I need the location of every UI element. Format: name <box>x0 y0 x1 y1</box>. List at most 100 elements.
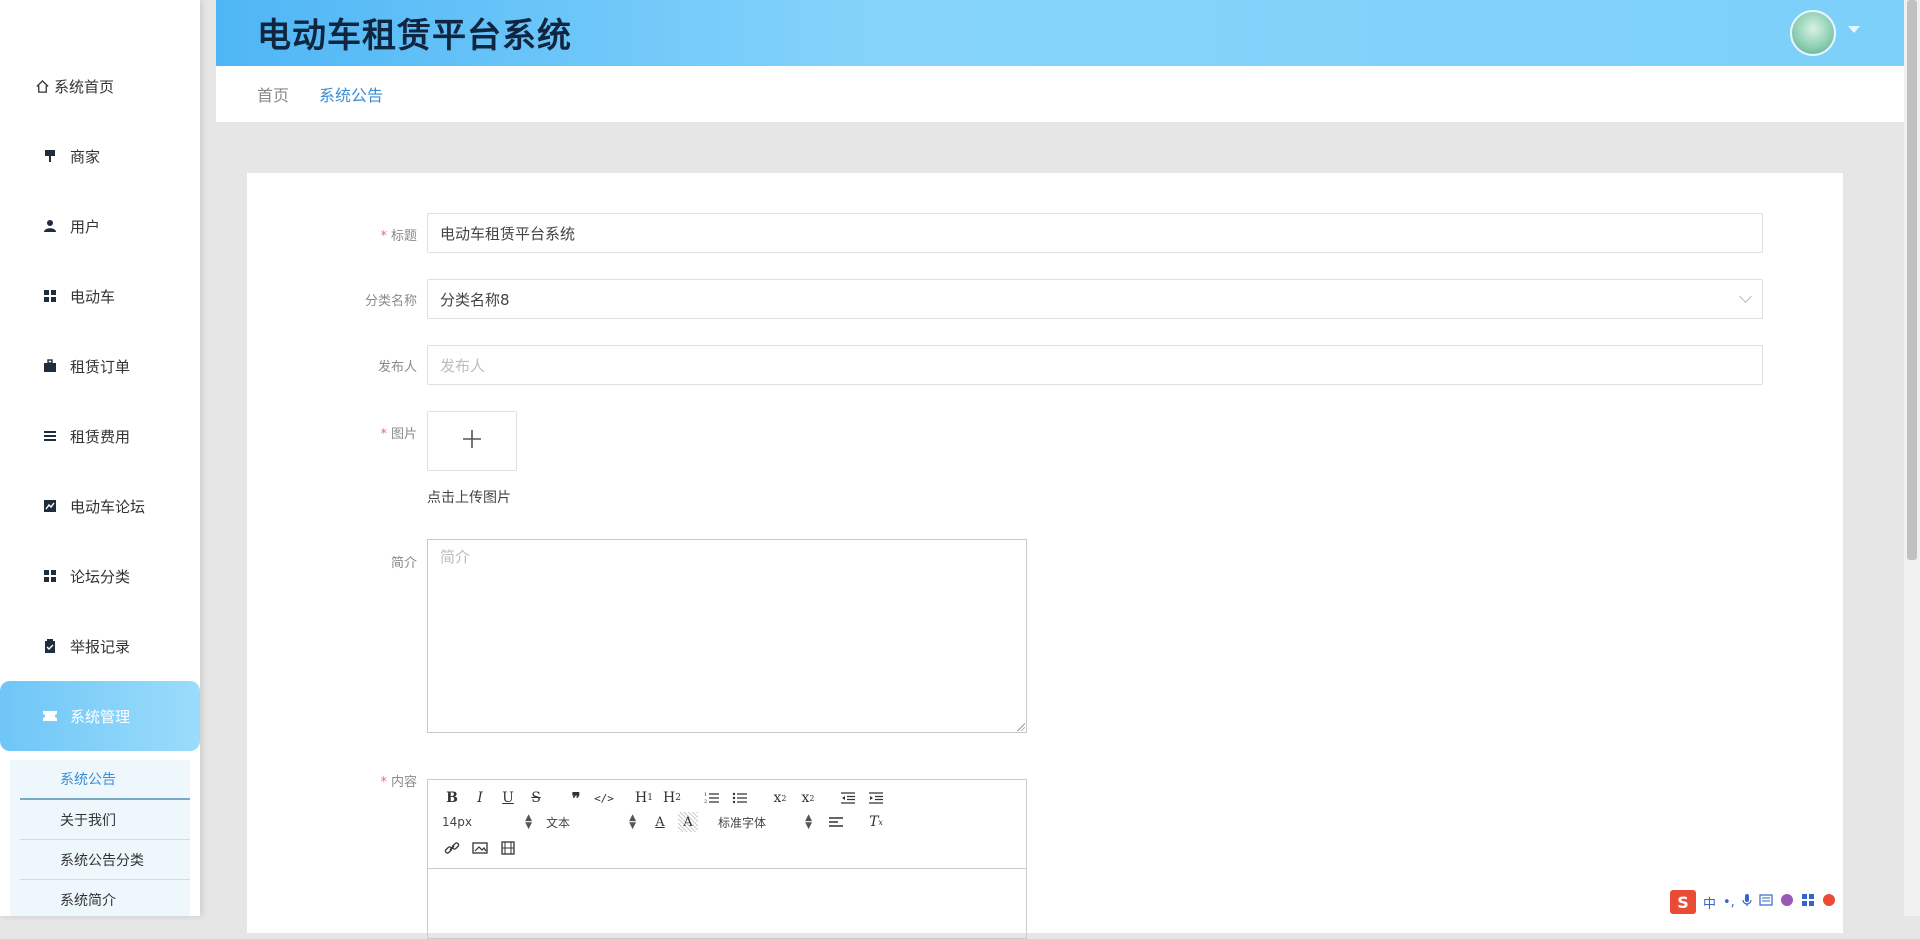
svg-text:2: 2 <box>704 799 707 805</box>
more-icon[interactable] <box>1822 893 1836 911</box>
bullet-list-icon[interactable] <box>730 788 750 808</box>
page-scrollbar[interactable] <box>1904 0 1920 916</box>
italic-icon[interactable]: I <box>470 788 490 808</box>
submenu-item-system-intro[interactable]: 系统简介 <box>20 880 190 920</box>
scrollbar-thumb[interactable] <box>1907 0 1917 560</box>
clear-format-icon[interactable]: Tx <box>866 812 886 832</box>
punctuation-icon[interactable]: •, <box>1723 895 1735 910</box>
title-input[interactable]: 电动车租赁平台系统 <box>427 213 1763 253</box>
ordered-list-icon[interactable]: 12 <box>702 788 722 808</box>
required-mark: * <box>380 775 387 790</box>
image-icon[interactable] <box>470 838 490 858</box>
ticket-icon <box>42 708 58 724</box>
list-icon <box>42 428 58 444</box>
video-icon[interactable] <box>498 838 518 858</box>
submenu-item-announcements[interactable]: 系统公告 <box>20 760 190 800</box>
top-header: 电动车租赁平台系统 <box>216 0 1904 66</box>
svg-text:1: 1 <box>704 792 707 798</box>
sidebar-item-user[interactable]: 用户 <box>0 191 200 261</box>
background-color-icon[interactable]: A <box>678 812 698 832</box>
sidebar-item-label: 用户 <box>70 217 101 236</box>
rich-text-editor[interactable]: B I U S ❞ </> H1 H2 12 x2 x2 14px ▲ ▼ 文本… <box>427 779 1027 939</box>
category-select[interactable]: 分类名称8 <box>427 279 1763 319</box>
avatar[interactable] <box>1790 10 1836 56</box>
underline-icon[interactable]: U <box>498 788 518 808</box>
editor-toolbar: B I U S ❞ </> H1 H2 12 x2 x2 14px ▲ ▼ 文本… <box>428 780 1026 869</box>
microphone-icon[interactable] <box>1742 893 1752 911</box>
heading-2-icon[interactable]: H2 <box>662 788 682 808</box>
briefcase-icon <box>42 358 58 374</box>
chart-icon <box>42 498 58 514</box>
clipboard-icon <box>42 638 58 654</box>
sidebar-item-label: 商家 <box>70 147 101 166</box>
keyboard-icon[interactable] <box>1759 894 1773 910</box>
category-select-value: 分类名称8 <box>440 290 510 309</box>
sidebar-item-label: 电动车 <box>70 287 116 306</box>
link-icon[interactable] <box>442 838 462 858</box>
user-icon <box>42 218 58 234</box>
sidebar-item-rental-orders[interactable]: 租赁订单 <box>0 331 200 401</box>
sidebar-item-merchant[interactable]: 商家 <box>0 121 200 191</box>
header-select[interactable]: 文本 ▲ ▼ <box>546 814 636 831</box>
system-submenu: 系统公告 关于我们 系统公告分类 系统简介 <box>10 760 190 916</box>
store-icon <box>42 148 58 164</box>
breadcrumb-home[interactable]: 首页 <box>257 82 289 106</box>
intro-placeholder: 简介 <box>440 548 471 566</box>
sidebar-item-label: 电动车论坛 <box>70 497 146 516</box>
toolbox-icon[interactable] <box>1801 893 1815 911</box>
submenu-item-announcement-category[interactable]: 系统公告分类 <box>20 840 190 880</box>
required-mark: * <box>380 427 387 442</box>
resize-handle-icon[interactable] <box>1017 723 1025 731</box>
sidebar-item-label: 系统首页 <box>54 77 115 96</box>
image-label: * 图片 <box>380 427 417 442</box>
sidebar-item-label: 租赁订单 <box>70 357 131 376</box>
grid-icon <box>42 288 58 304</box>
font-family-select[interactable]: 标准字体 ▲ ▼ <box>718 814 812 831</box>
bold-icon[interactable]: B <box>442 788 462 808</box>
superscript-icon[interactable]: x2 <box>798 788 818 808</box>
skin-icon[interactable] <box>1780 893 1794 911</box>
required-mark: * <box>380 229 387 244</box>
sidebar-item-ebike[interactable]: 电动车 <box>0 261 200 331</box>
category-label: 分类名称 <box>364 294 417 309</box>
blockquote-icon[interactable]: ❞ <box>566 788 586 808</box>
content-label: * 内容 <box>380 775 417 790</box>
grid-icon <box>42 568 58 584</box>
home-icon <box>34 78 50 94</box>
sidebar-item-label: 租赁费用 <box>70 427 131 446</box>
title-label: * 标题 <box>380 229 417 244</box>
sidebar: 系统首页 商家 用户 电动车 租赁订单 租赁费用 电动车论坛 论坛分类 举报记录… <box>0 0 200 916</box>
sidebar-item-label: 系统管理 <box>70 707 131 726</box>
ime-language-toggle[interactable]: 中 <box>1703 893 1716 912</box>
upload-hint: 点击上传图片 <box>427 490 511 506</box>
plus-icon <box>461 428 483 454</box>
font-color-icon[interactable]: A <box>650 812 670 832</box>
sidebar-item-reports[interactable]: 举报记录 <box>0 611 200 681</box>
align-icon[interactable] <box>826 812 846 832</box>
outdent-icon[interactable] <box>838 788 858 808</box>
subscript-icon[interactable]: x2 <box>770 788 790 808</box>
heading-1-icon[interactable]: H1 <box>634 788 654 808</box>
ime-logo-icon[interactable]: S <box>1670 890 1696 914</box>
sidebar-item-label: 举报记录 <box>70 637 131 656</box>
caret-down-icon[interactable] <box>1848 26 1860 33</box>
sidebar-item-forum-category[interactable]: 论坛分类 <box>0 541 200 611</box>
ime-tray: S 中 •, <box>1670 890 1870 914</box>
app-title: 电动车租赁平台系统 <box>257 16 572 56</box>
intro-textarea[interactable]: 简介 <box>427 539 1027 733</box>
form-card: * 标题 电动车租赁平台系统 分类名称 分类名称8 发布人 发布人 * 图片 点击上… <box>247 173 1843 939</box>
chevron-down-icon <box>1739 290 1752 303</box>
publisher-input[interactable]: 发布人 <box>427 345 1763 385</box>
code-block-icon[interactable]: </> <box>594 788 614 808</box>
sidebar-item-system-management[interactable]: 系统管理 <box>0 681 200 751</box>
image-upload-button[interactable] <box>427 411 517 471</box>
publisher-label: 发布人 <box>377 360 417 375</box>
sidebar-item-home[interactable]: 系统首页 <box>0 51 200 121</box>
font-size-select[interactable]: 14px ▲ ▼ <box>442 814 532 831</box>
submenu-item-about-us[interactable]: 关于我们 <box>20 800 190 840</box>
strikethrough-icon[interactable]: S <box>526 788 546 808</box>
breadcrumb-current: 系统公告 <box>319 86 384 105</box>
indent-icon[interactable] <box>866 788 886 808</box>
sidebar-item-forum[interactable]: 电动车论坛 <box>0 471 200 541</box>
sidebar-item-rental-fees[interactable]: 租赁费用 <box>0 401 200 471</box>
